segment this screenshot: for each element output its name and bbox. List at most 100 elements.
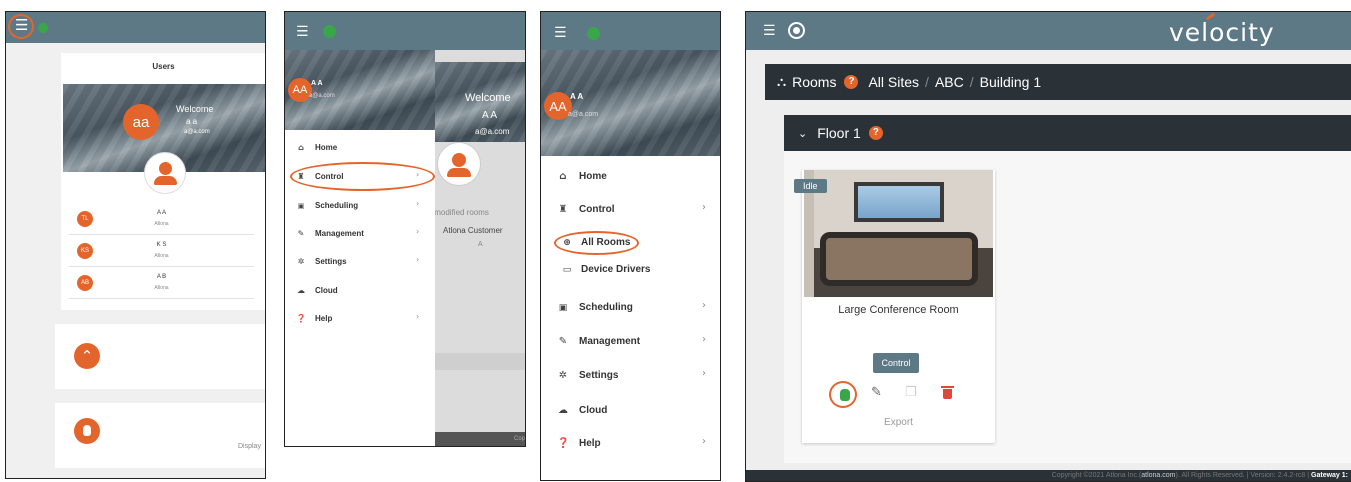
menu-item-control[interactable]: ♜ Control bbox=[557, 204, 615, 215]
menu-item-help[interactable]: ❓ Help bbox=[295, 314, 332, 323]
hamburger-menu-icon[interactable]: ☰ bbox=[554, 26, 567, 40]
delete-icon[interactable] bbox=[943, 389, 952, 399]
export-link[interactable]: Export bbox=[802, 417, 995, 428]
menu-label: Scheduling bbox=[579, 302, 633, 313]
menu-label: Settings bbox=[315, 257, 347, 266]
wrench-icon: ✎ bbox=[297, 229, 305, 238]
menu-item-home[interactable]: ⌂ Home bbox=[557, 171, 606, 182]
floor-header[interactable]: ⌄ Floor 1 ? bbox=[784, 115, 1351, 151]
help-icon[interactable]: ? bbox=[844, 75, 859, 89]
user-name: A B bbox=[156, 274, 167, 280]
divider-band bbox=[435, 353, 525, 370]
menu-item-device-drivers[interactable]: ▭ Device Drivers bbox=[561, 264, 651, 275]
list-item[interactable]: AB A B Atlona bbox=[69, 267, 254, 299]
room-image bbox=[804, 170, 993, 297]
chevron-right-icon: › bbox=[416, 199, 420, 208]
menu-item-management[interactable]: ✎ Management bbox=[295, 229, 364, 238]
page-title: Users bbox=[152, 62, 175, 71]
menu-item-home[interactable]: ⌂ Home bbox=[295, 143, 337, 152]
background-footer: Cop bbox=[435, 432, 525, 446]
menu-item-scheduling[interactable]: ▣ Scheduling bbox=[557, 302, 633, 313]
menu-label: Help bbox=[579, 438, 601, 449]
edit-icon[interactable]: ✎ bbox=[871, 385, 882, 400]
nav-drawer: AA A A a@a.com ⌂ Home ♜ Control › ▣ Sche… bbox=[285, 50, 435, 446]
menu-label: Scheduling bbox=[315, 201, 359, 210]
breadcrumb-org[interactable]: ABC bbox=[935, 74, 964, 90]
floor-title: Floor 1 bbox=[817, 125, 861, 141]
footer-text: Cop bbox=[513, 436, 525, 442]
breadcrumb: ⛬ Rooms ? All Sites / ABC / Building 1 bbox=[765, 64, 1351, 100]
drawer-user-name: A A bbox=[570, 92, 584, 101]
menu-label: Cloud bbox=[579, 405, 608, 416]
breadcrumb-separator: / bbox=[925, 74, 929, 90]
menu-item-cloud[interactable]: ☁ Cloud bbox=[295, 286, 338, 295]
panel-rooms-page: ☰ velocity ⛬ Rooms ? All Sites / ABC / B… bbox=[745, 11, 1351, 482]
home-icon: ⌂ bbox=[298, 143, 304, 152]
control-button[interactable]: Control bbox=[873, 353, 919, 373]
drawer-user-email: a@a.com bbox=[568, 111, 599, 118]
atlona-link[interactable]: atlona.com bbox=[1141, 472, 1175, 479]
status-badge: Idle bbox=[794, 179, 827, 193]
highlight-ring bbox=[829, 381, 857, 408]
user-org: Atlona bbox=[154, 253, 169, 259]
menu-label: Management bbox=[579, 336, 641, 347]
version-text: ). All Rights Reserved. | Version: 2.4.2… bbox=[1175, 472, 1312, 479]
profile-icon-circle bbox=[144, 152, 186, 194]
cloud-status-icon bbox=[38, 23, 48, 33]
help-icon: ❓ bbox=[557, 438, 570, 449]
display-card[interactable]: Display bbox=[55, 403, 265, 468]
chevron-right-icon: › bbox=[702, 436, 706, 447]
chevron-right-icon: › bbox=[702, 368, 706, 379]
panel-nav-drawer: ☰ Welcome A A a@a.com y modified rooms A… bbox=[284, 11, 526, 447]
list-item[interactable]: TL A A Atlona bbox=[69, 203, 254, 235]
breadcrumb-building[interactable]: Building 1 bbox=[980, 74, 1042, 90]
breadcrumb-site[interactable]: All Sites bbox=[868, 74, 919, 90]
menu-label: Help bbox=[315, 314, 333, 323]
menu-item-settings[interactable]: ✲ Settings bbox=[557, 370, 619, 381]
wall-screen bbox=[854, 182, 944, 222]
menu-item-help[interactable]: ❓ Help bbox=[557, 438, 601, 449]
globe-icon[interactable] bbox=[790, 24, 803, 37]
person-icon bbox=[159, 162, 172, 175]
copy-icon[interactable]: ❐ bbox=[905, 385, 917, 400]
hamburger-menu-icon[interactable]: ☰ bbox=[296, 25, 309, 39]
welcome-text: Welcome bbox=[176, 104, 214, 114]
menu-label: Management bbox=[315, 229, 364, 238]
hamburger-menu-icon[interactable]: ☰ bbox=[763, 24, 776, 38]
customer-name: Atlona Customer bbox=[443, 226, 503, 235]
cloud-icon: ☁ bbox=[558, 405, 568, 416]
velocity-card[interactable]: ⌃ bbox=[55, 324, 265, 389]
cloud-status-icon bbox=[323, 25, 336, 38]
list-item[interactable]: KS K S Atlona bbox=[69, 235, 254, 267]
profile-icon-circle bbox=[437, 142, 481, 186]
chevron-right-icon: › bbox=[416, 227, 420, 236]
gear-icon: ✲ bbox=[558, 370, 568, 381]
menu-item-scheduling[interactable]: ▣ Scheduling bbox=[295, 201, 358, 210]
panel-control-submenu: ☰ AA A A a@a.com ⌂ Home ♜ Control › ⊕ Al… bbox=[540, 11, 721, 481]
chevron-right-icon: › bbox=[702, 300, 706, 311]
rooms-icon: ⛬ bbox=[777, 74, 787, 90]
breadcrumb-section: Rooms bbox=[792, 74, 837, 90]
chevron-down-icon: ⌄ bbox=[798, 126, 808, 140]
joystick-icon: ♜ bbox=[558, 204, 568, 215]
users-card: Users aa Welcome a a a@a.com TL A A Atlo… bbox=[61, 53, 265, 310]
user-org: Atlona bbox=[154, 221, 169, 227]
wrench-icon: ✎ bbox=[558, 336, 568, 347]
drawer-user-name: A A bbox=[311, 80, 323, 87]
home-icon: ⌂ bbox=[559, 171, 567, 182]
display-icon bbox=[74, 418, 100, 444]
welcome-text: Welcome bbox=[465, 92, 511, 104]
welcome-email: a@a.com bbox=[475, 127, 510, 136]
customer-sub: A bbox=[478, 241, 483, 248]
device-icon: ▭ bbox=[562, 264, 572, 275]
panel-users-screen: ☰ Users aa Welcome a a a@a.com TL A A At… bbox=[5, 11, 266, 479]
conference-table bbox=[826, 238, 972, 280]
copyright-text: Copyright ©2021 Atlona Inc.( bbox=[1051, 472, 1142, 479]
menu-item-management[interactable]: ✎ Management bbox=[557, 336, 640, 347]
chevron-right-icon: › bbox=[416, 255, 420, 264]
menu-label: Control bbox=[579, 204, 615, 215]
menu-item-settings[interactable]: ✲ Settings bbox=[295, 257, 347, 266]
room-card[interactable]: Idle Large Conference Room Control ✎ ❐ E… bbox=[794, 170, 995, 443]
help-icon[interactable]: ? bbox=[868, 126, 883, 140]
menu-item-cloud[interactable]: ☁ Cloud bbox=[557, 405, 607, 416]
